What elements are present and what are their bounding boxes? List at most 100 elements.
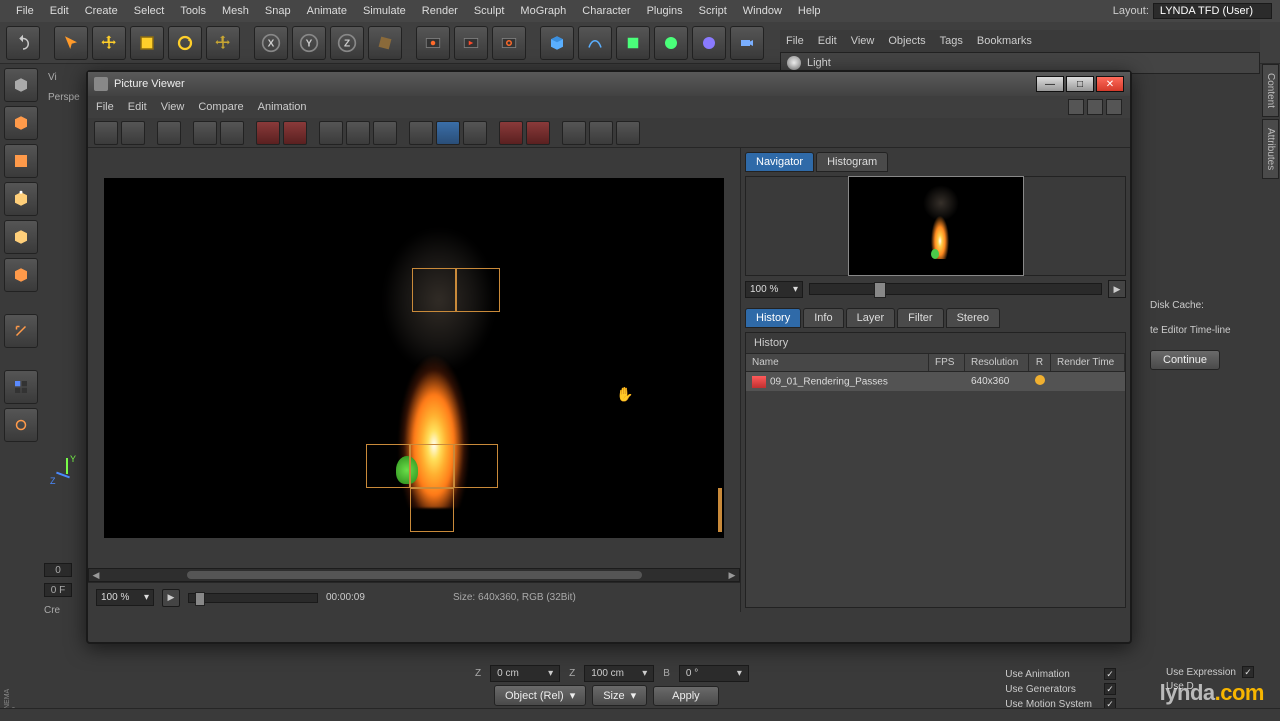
info-tab[interactable]: Info: [803, 308, 843, 328]
menu-edit[interactable]: Edit: [42, 1, 77, 21]
use-animation-checkbox[interactable]: ✓: [1104, 668, 1116, 680]
obj-menu-edit[interactable]: Edit: [818, 35, 837, 47]
scale-tool[interactable]: [130, 26, 164, 60]
pv-panel-toggle-1[interactable]: [1068, 99, 1084, 115]
menu-simulate[interactable]: Simulate: [355, 1, 414, 21]
pv-alpha-icon[interactable]: [373, 121, 397, 145]
rotate-tool[interactable]: [168, 26, 202, 60]
navigator-tab[interactable]: Navigator: [745, 152, 814, 172]
menu-create[interactable]: Create: [77, 1, 126, 21]
close-button[interactable]: ✕: [1096, 76, 1124, 92]
menu-select[interactable]: Select: [126, 1, 173, 21]
pv-hscroll[interactable]: ◀▶: [88, 568, 740, 582]
make-editable-button[interactable]: [4, 68, 38, 102]
pv-open-icon[interactable]: [94, 121, 118, 145]
spline-primitive[interactable]: [578, 26, 612, 60]
point-mode[interactable]: [4, 182, 38, 216]
layer-tab[interactable]: Layer: [846, 308, 896, 328]
menu-render[interactable]: Render: [414, 1, 466, 21]
use-generators-checkbox[interactable]: ✓: [1104, 683, 1116, 695]
menu-sculpt[interactable]: Sculpt: [466, 1, 513, 21]
camera-button[interactable]: [730, 26, 764, 60]
coord-system-button[interactable]: [368, 26, 402, 60]
deformer-button[interactable]: [654, 26, 688, 60]
pv-mark-b-icon[interactable]: [526, 121, 550, 145]
continue-button[interactable]: Continue: [1150, 350, 1220, 370]
navigator-preview[interactable]: [745, 176, 1126, 276]
filter-tab[interactable]: Filter: [897, 308, 943, 328]
history-row[interactable]: 09_01_Rendering_Passes 640x360: [746, 372, 1125, 391]
live-select-tool[interactable]: [54, 26, 88, 60]
obj-menu-view[interactable]: View: [851, 35, 875, 47]
x-axis-lock[interactable]: X: [254, 26, 288, 60]
obj-menu-file[interactable]: File: [786, 35, 804, 47]
environment-button[interactable]: [692, 26, 726, 60]
pv-channel-icon[interactable]: [436, 121, 460, 145]
render-view-button[interactable]: [416, 26, 450, 60]
pv-zoom-field[interactable]: 100 %▾: [96, 589, 154, 606]
pv-titlebar[interactable]: Picture Viewer — □ ✕: [88, 72, 1130, 96]
undo-button[interactable]: [6, 26, 40, 60]
content-browser-tab[interactable]: Content: [1262, 64, 1279, 117]
nav-zoom-field[interactable]: 100 %▾: [745, 281, 803, 298]
pv-play-button[interactable]: ▶: [162, 589, 180, 607]
tl-current[interactable]: 0 F: [44, 583, 72, 597]
use-expression-checkbox[interactable]: ✓: [1242, 666, 1254, 678]
pv-canvas[interactable]: ✋: [104, 178, 724, 538]
cube-primitive[interactable]: [540, 26, 574, 60]
pv-ab-b-icon[interactable]: [283, 121, 307, 145]
col-name[interactable]: Name: [746, 354, 929, 371]
generator-button[interactable]: [616, 26, 650, 60]
pv-grayscale-icon[interactable]: [463, 121, 487, 145]
menu-help[interactable]: Help: [790, 1, 829, 21]
menu-tools[interactable]: Tools: [172, 1, 214, 21]
col-res[interactable]: Resolution: [965, 354, 1029, 371]
pv-grid-3-icon[interactable]: [616, 121, 640, 145]
layout-dropdown[interactable]: LYNDA TFD (User): [1153, 3, 1272, 19]
pv-clapper-icon[interactable]: [157, 121, 181, 145]
obj-menu-objects[interactable]: Objects: [888, 35, 925, 47]
b-field[interactable]: 0 °▾: [679, 665, 749, 682]
pv-menu-view[interactable]: View: [161, 101, 185, 113]
coord-mode-dropdown[interactable]: Object (Rel)▾: [494, 685, 586, 706]
apply-button[interactable]: Apply: [653, 686, 719, 706]
pv-grid-1-icon[interactable]: [562, 121, 586, 145]
pv-time-slider[interactable]: [188, 593, 318, 603]
z-size-field[interactable]: 100 cm▾: [584, 665, 654, 682]
pv-panel-toggle-2[interactable]: [1087, 99, 1103, 115]
menu-file[interactable]: File: [8, 1, 42, 21]
pv-ab-a-icon[interactable]: [256, 121, 280, 145]
move-tool[interactable]: [92, 26, 126, 60]
menu-mograph[interactable]: MoGraph: [512, 1, 574, 21]
pv-rgb-icon[interactable]: [409, 121, 433, 145]
stereo-tab[interactable]: Stereo: [946, 308, 1000, 328]
snap-toggle[interactable]: [4, 408, 38, 442]
menu-script[interactable]: Script: [691, 1, 735, 21]
pv-mark-a-icon[interactable]: [499, 121, 523, 145]
menu-snap[interactable]: Snap: [257, 1, 299, 21]
menu-mesh[interactable]: Mesh: [214, 1, 257, 21]
history-tab[interactable]: History: [745, 308, 801, 328]
y-axis-lock[interactable]: Y: [292, 26, 326, 60]
pv-zoom-icon[interactable]: [220, 121, 244, 145]
col-rt[interactable]: Render Time: [1051, 354, 1125, 371]
pv-menu-file[interactable]: File: [96, 101, 114, 113]
edge-mode[interactable]: [4, 220, 38, 254]
pv-diff-icon[interactable]: [346, 121, 370, 145]
z-pos-field[interactable]: 0 cm▾: [490, 665, 560, 682]
pv-menu-edit[interactable]: Edit: [128, 101, 147, 113]
size-mode-dropdown[interactable]: Size▾: [592, 685, 647, 706]
tl-start[interactable]: 0: [44, 563, 72, 577]
histogram-tab[interactable]: Histogram: [816, 152, 888, 172]
col-fps[interactable]: FPS: [929, 354, 965, 371]
obj-menu-bookmarks[interactable]: Bookmarks: [977, 35, 1032, 47]
menu-character[interactable]: Character: [574, 1, 638, 21]
z-axis-lock[interactable]: Z: [330, 26, 364, 60]
maximize-button[interactable]: □: [1066, 76, 1094, 92]
texture-mode[interactable]: [4, 144, 38, 178]
obj-menu-tags[interactable]: Tags: [940, 35, 963, 47]
pv-panel-toggle-3[interactable]: [1106, 99, 1122, 115]
col-r[interactable]: R: [1029, 354, 1051, 371]
viewport-solo[interactable]: [4, 370, 38, 404]
pv-menu-animation[interactable]: Animation: [258, 101, 307, 113]
